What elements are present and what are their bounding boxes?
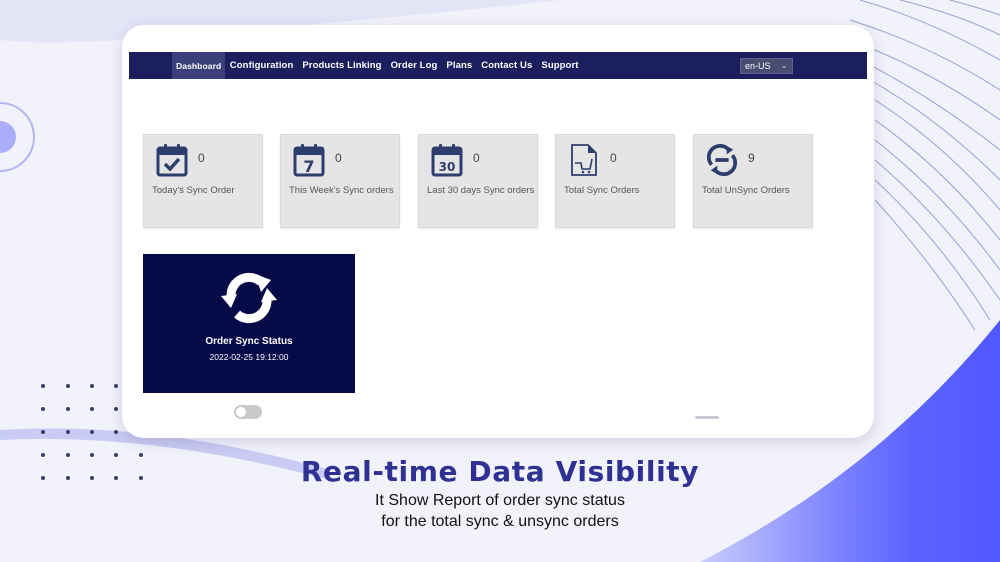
language-select[interactable]: en-US ⌄ (740, 58, 793, 74)
caption-line-1: It Show Report of order sync status (375, 492, 625, 509)
stat-card-total-unsync[interactable]: 9 Total UnSync Orders (693, 134, 813, 228)
status-timestamp: 2022-02-25 19:12:00 (209, 352, 289, 362)
navbar: Dashboard Configuration Products Linking… (129, 52, 867, 79)
caption-title: Real-time Data Visibility (300, 455, 700, 488)
nav-item-dashboard[interactable]: Dashboard (172, 52, 226, 79)
stat-label: Total UnSync Orders (702, 185, 790, 196)
calendar-week-icon: 7 (293, 144, 325, 177)
nav-item-configuration[interactable]: Configuration (225, 52, 298, 79)
nav-menu: Dashboard Configuration Products Linking… (172, 52, 583, 79)
stat-card-week[interactable]: 7 0 This Week's Sync orders (280, 134, 400, 228)
nav-item-products-linking[interactable]: Products Linking (298, 52, 386, 79)
stat-card-total-sync[interactable]: 0 Total Sync Orders (555, 134, 675, 228)
chevron-down-icon: ⌄ (781, 63, 787, 70)
stat-count: 0 (610, 151, 617, 165)
toggle-switch[interactable] (234, 405, 262, 419)
svg-text:7: 7 (303, 157, 314, 176)
nav-item-order-log[interactable]: Order Log (386, 52, 442, 79)
svg-text:30: 30 (439, 160, 456, 174)
app-window: Dashboard Configuration Products Linking… (122, 25, 874, 438)
stat-card-today[interactable]: 0 Today's Sync Order (143, 134, 263, 228)
stat-count: 0 (335, 151, 342, 165)
stat-card-30-days[interactable]: 30 0 Last 30 days Sync orders (418, 134, 538, 228)
language-value: en-US (745, 61, 771, 71)
stat-label: This Week's Sync orders (289, 185, 394, 196)
calendar-month-icon: 30 (431, 144, 463, 177)
caption-line-2: for the total sync & unsync orders (381, 513, 619, 530)
order-sync-status-card[interactable]: Order Sync Status 2022-02-25 19:12:00 (143, 254, 355, 393)
cart-document-icon (571, 144, 597, 176)
stat-label: Total Sync Orders (564, 185, 640, 196)
sync-icon (221, 272, 277, 324)
nav-item-contact-us[interactable]: Contact Us (477, 52, 537, 79)
stat-count: 9 (748, 151, 755, 165)
status-title: Order Sync Status (205, 336, 293, 347)
nav-item-support[interactable]: Support (537, 52, 583, 79)
scrollbar-handle[interactable] (695, 416, 719, 419)
stat-label: Last 30 days Sync orders (427, 185, 535, 196)
stat-count: 0 (473, 151, 480, 165)
stat-label: Today's Sync Order (152, 185, 235, 196)
unsync-icon (706, 144, 738, 176)
calendar-check-icon (156, 144, 188, 177)
toggle-knob (236, 407, 246, 417)
nav-item-plans[interactable]: Plans (442, 52, 477, 79)
stat-count: 0 (198, 151, 205, 165)
